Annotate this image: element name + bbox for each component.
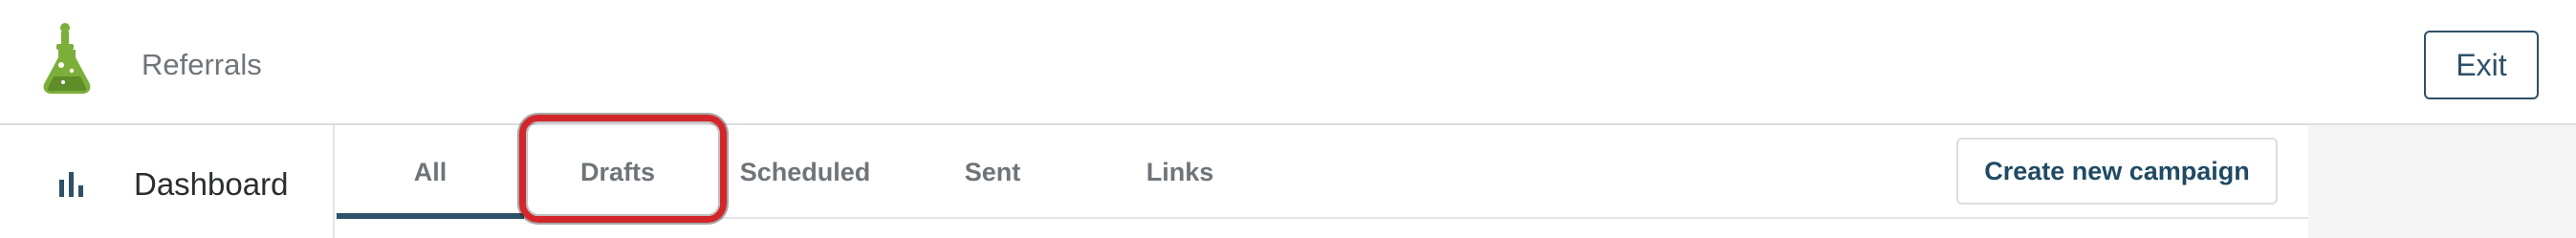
drafts-highlight-box <box>519 115 727 223</box>
top-bar: Referrals Exit <box>0 0 2576 125</box>
active-tab-indicator <box>337 213 524 219</box>
exit-button[interactable]: Exit <box>2424 31 2539 99</box>
tab-label: All <box>413 157 448 186</box>
tab-all[interactable]: All <box>337 125 524 219</box>
tab-links[interactable]: Links <box>1086 125 1274 219</box>
tab-label: Scheduled <box>739 157 871 186</box>
right-panel <box>2308 125 2576 238</box>
tab-label: Sent <box>964 157 1021 186</box>
flask-logo-icon <box>42 23 92 96</box>
app-title: Referrals <box>142 48 262 81</box>
tab-scheduled[interactable]: Scheduled <box>711 125 899 219</box>
bar-chart-icon <box>57 170 86 201</box>
tab-sent[interactable]: Sent <box>899 125 1086 219</box>
create-campaign-button[interactable]: Create new campaign <box>1956 138 2278 205</box>
sidebar: Dashboard <box>0 125 335 238</box>
tab-label: Links <box>1146 157 1214 186</box>
sidebar-item-label: Dashboard <box>134 166 289 202</box>
